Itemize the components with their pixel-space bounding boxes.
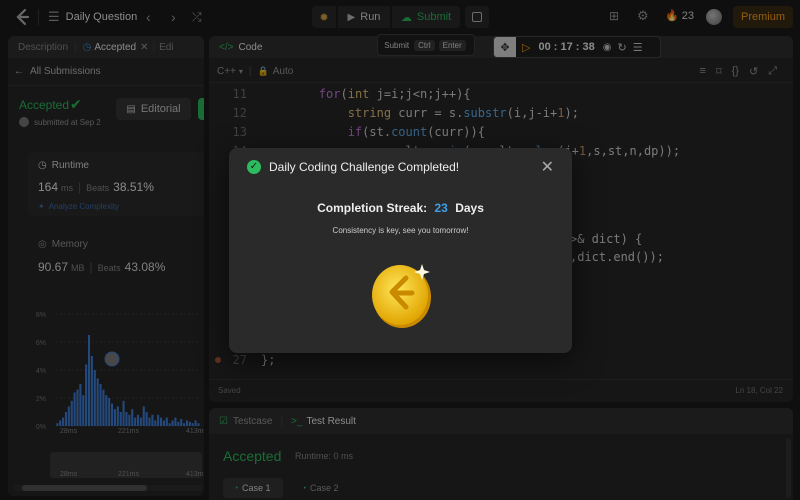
streak-suffix: Days: [455, 201, 484, 215]
streak-value: 23: [434, 201, 448, 215]
gold-coin-icon: [372, 264, 431, 328]
streak-prefix: Completion Streak:: [317, 201, 428, 215]
challenge-complete-dialog: ✓ Daily Coding Challenge Completed! ✕ Co…: [229, 148, 572, 353]
dialog-title: Daily Coding Challenge Completed!: [269, 160, 460, 174]
streak-line: Completion Streak: 23 Days: [229, 201, 572, 215]
close-icon[interactable]: ✕: [541, 157, 554, 177]
dialog-message: Consistency is key, see you tomorrow!: [332, 226, 469, 235]
check-circle-icon: ✓: [247, 160, 261, 174]
